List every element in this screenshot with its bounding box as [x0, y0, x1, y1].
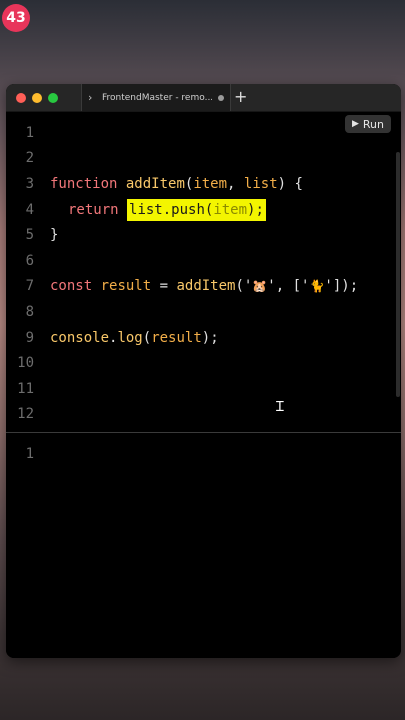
- code-text: const result = addItem('🐹', ['🐈']);: [50, 278, 359, 295]
- close-window-button[interactable]: [16, 93, 26, 103]
- code-line: 11: [6, 376, 401, 402]
- editor-window: › FrontendMaster - remo... + ▶ Run 1 2 3…: [6, 84, 401, 658]
- line-number: 7: [25, 278, 34, 295]
- code-line: 12: [6, 402, 401, 428]
- line-number: 3: [25, 175, 34, 192]
- line-number: 6: [25, 252, 34, 269]
- code-line: 10: [6, 350, 401, 376]
- editor-scrollbar[interactable]: [396, 152, 400, 397]
- episode-badge: 43: [2, 4, 30, 32]
- code-line: 2: [6, 146, 401, 172]
- code-line: 3 function addItem(item, list) {: [6, 171, 401, 197]
- line-number: 5: [25, 227, 34, 244]
- tab-frontendmaster[interactable]: › FrontendMaster - remo...: [81, 84, 231, 111]
- minimize-window-button[interactable]: [32, 93, 42, 103]
- line-number: 4: [25, 201, 34, 218]
- line-number: 11: [17, 380, 34, 397]
- code-text: function addItem(item, list) {: [50, 175, 303, 192]
- text-cursor-icon: Ɪ: [276, 399, 284, 415]
- code-text: console.log(result);: [50, 329, 219, 346]
- cat-emoji-icon: 🐈: [309, 279, 325, 294]
- output-line-number: 1: [25, 445, 34, 462]
- line-number: 12: [17, 406, 34, 423]
- line-number: 2: [25, 150, 34, 167]
- hamster-emoji-icon: 🐹: [252, 279, 268, 294]
- line-number: 1: [25, 124, 34, 141]
- line-number: 8: [25, 303, 34, 320]
- highlighted-expression: list.push(item);: [127, 198, 266, 221]
- code-line: 6: [6, 248, 401, 274]
- line-number: 9: [25, 329, 34, 346]
- chevron-right-icon: ›: [88, 91, 93, 104]
- code-line: 4 return list.push(item);: [6, 197, 401, 223]
- code-line: 9 console.log(result);: [6, 325, 401, 351]
- code-editor[interactable]: ▶ Run 1 2 3 function addItem(item, list)…: [6, 112, 401, 432]
- code-text: }: [50, 227, 59, 244]
- tab-title: FrontendMaster - remo...: [102, 92, 212, 103]
- maximize-window-button[interactable]: [48, 93, 58, 103]
- new-tab-button[interactable]: +: [234, 87, 247, 106]
- code-line: 1: [6, 120, 401, 146]
- code-line: 8: [6, 299, 401, 325]
- unsaved-dot-icon[interactable]: [218, 94, 224, 101]
- output-line: 1: [6, 441, 401, 467]
- title-bar: › FrontendMaster - remo... +: [6, 84, 401, 112]
- output-panel: 1: [6, 433, 401, 658]
- code-line: 5 }: [6, 222, 401, 248]
- code-text: return list.push(item);: [68, 198, 266, 221]
- code-line: 7 const result = addItem('🐹', ['🐈']);: [6, 274, 401, 300]
- line-number: 10: [17, 355, 34, 372]
